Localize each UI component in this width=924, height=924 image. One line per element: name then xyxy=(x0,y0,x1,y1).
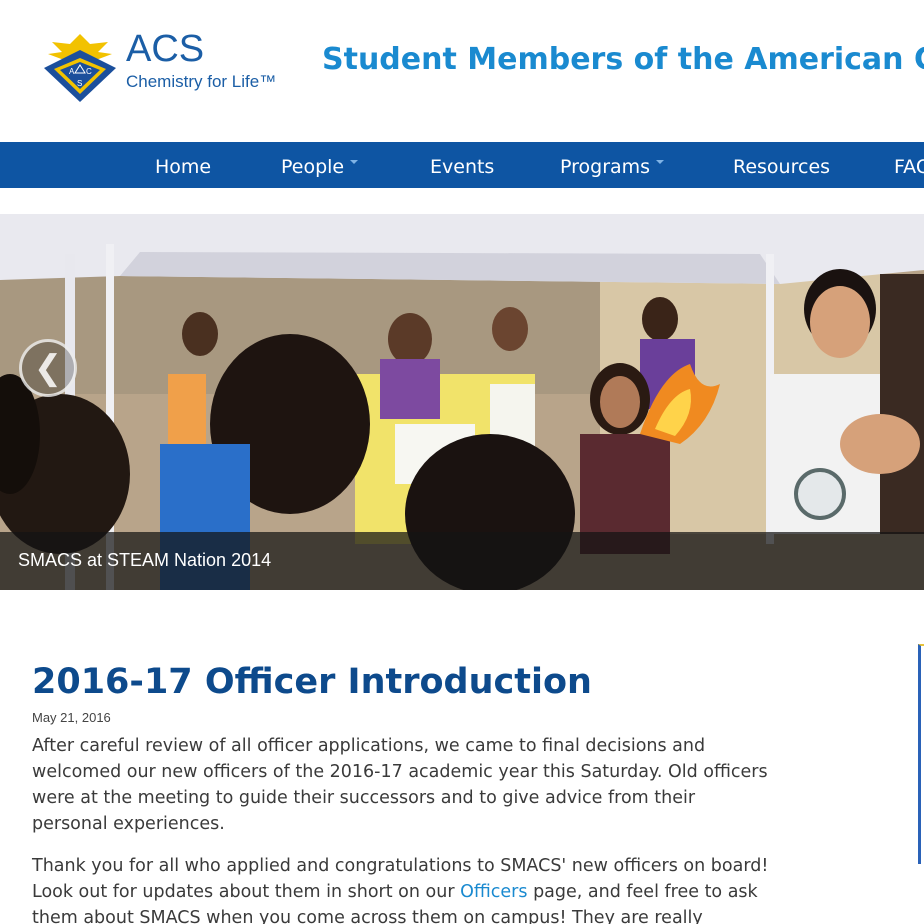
svg-text:S: S xyxy=(77,79,82,88)
site-header: A C S ACS Chemistry for Life™ Student Me… xyxy=(0,0,924,142)
nav-item-home[interactable]: Home xyxy=(155,142,211,188)
nav-label: Home xyxy=(155,156,212,178)
chevron-left-icon: ❮ xyxy=(33,349,63,387)
acs-emblem-icon: A C S xyxy=(44,34,116,102)
nav-label: Events xyxy=(430,156,495,178)
slider-prev-button[interactable]: ❮ xyxy=(19,339,77,397)
svg-text:A: A xyxy=(69,67,75,76)
post-article: 2016-17 Officer Introduction May 21, 201… xyxy=(32,660,772,924)
main-nav: Home People Events Programs Resources FA… xyxy=(0,142,924,188)
dropdown-caret-icon xyxy=(656,159,665,164)
nav-item-people[interactable]: People xyxy=(281,142,359,188)
post-date: May 21, 2016 xyxy=(32,710,111,725)
post-title[interactable]: 2016-17 Officer Introduction xyxy=(32,660,772,704)
nav-label: People xyxy=(281,156,345,178)
sidebar-widget-edge xyxy=(918,644,924,864)
svg-text:C: C xyxy=(86,67,92,76)
nav-item-faq[interactable]: FAQ xyxy=(894,142,924,188)
slide-caption-bar: SMACS at STEAM Nation 2014 xyxy=(0,532,924,590)
logo-tagline: Chemistry for Life™ xyxy=(126,72,277,91)
dropdown-caret-icon xyxy=(350,159,359,164)
nav-item-events[interactable]: Events xyxy=(430,142,494,188)
post-paragraph-2: Thank you for all who applied and congra… xyxy=(32,853,772,924)
nav-label: Programs xyxy=(560,156,651,178)
acs-logo[interactable]: A C S ACS Chemistry for Life™ xyxy=(40,28,280,108)
slide-caption: SMACS at STEAM Nation 2014 xyxy=(18,550,272,570)
nav-item-programs[interactable]: Programs xyxy=(560,142,665,188)
nav-label: FAQ xyxy=(894,156,924,178)
nav-item-resources[interactable]: Resources xyxy=(733,142,830,188)
post-paragraph-1: After careful review of all officer appl… xyxy=(32,736,768,834)
nav-label: Resources xyxy=(733,156,831,178)
officers-link[interactable]: Officers xyxy=(460,882,527,902)
site-title[interactable]: Student Members of the American Chem xyxy=(322,42,924,77)
image-slider[interactable]: ❮ SMACS at STEAM Nation 2014 xyxy=(0,214,924,590)
logo-acs-text: ACS xyxy=(126,28,205,70)
